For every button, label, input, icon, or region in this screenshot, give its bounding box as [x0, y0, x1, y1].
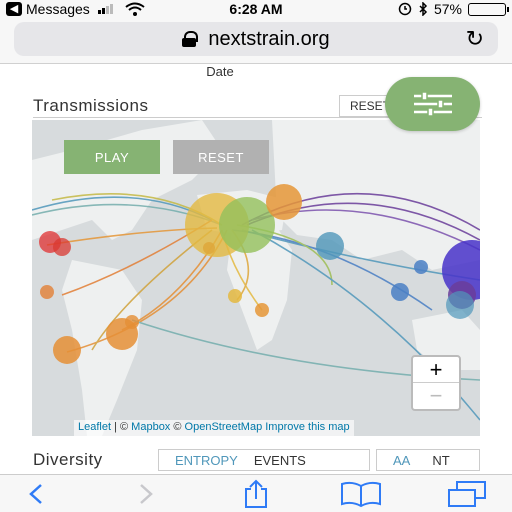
alarm-icon — [398, 2, 412, 16]
address-bar[interactable]: nextstrain.org ↻ — [14, 22, 498, 56]
forward-icon[interactable] — [134, 479, 160, 509]
settings-button[interactable] — [385, 77, 480, 131]
mapbox-link[interactable]: Mapbox — [131, 421, 170, 433]
attribution-separator: | © — [111, 421, 132, 433]
bluetooth-icon — [419, 2, 428, 16]
openstreetmap-link[interactable]: OpenStreetMap — [185, 421, 263, 433]
tab-events[interactable]: EVENTS — [254, 453, 306, 468]
reload-icon[interactable]: ↻ — [466, 28, 484, 50]
battery-percent: 57% — [433, 1, 462, 17]
diversity-tabs-2: AA NT — [376, 449, 480, 471]
map-reset-button[interactable]: RESET — [173, 140, 269, 174]
bookmarks-icon[interactable] — [340, 479, 382, 509]
play-button[interactable]: PLAY — [64, 140, 160, 174]
attribution-copy: © — [170, 421, 185, 433]
lock-icon — [182, 31, 199, 47]
zoom-in-button[interactable]: + — [413, 357, 459, 383]
improve-map-link[interactable]: Improve this map — [265, 421, 349, 433]
zoom-control: + − — [411, 355, 461, 411]
transmissions-map[interactable]: PLAY RESET + − Leaflet | © Mapbox © Open… — [32, 120, 480, 436]
leaflet-link[interactable]: Leaflet — [78, 421, 111, 433]
url-text[interactable]: nextstrain.org — [208, 28, 329, 51]
diversity-tabs: ENTROPY EVENTS — [158, 449, 370, 471]
diversity-title: Diversity — [33, 450, 103, 469]
settings-sliders-icon — [413, 92, 452, 116]
map-attribution: Leaflet | © Mapbox © OpenStreetMap Impro… — [74, 420, 354, 436]
date-axis-label: Date — [206, 64, 234, 79]
back-icon[interactable] — [22, 479, 48, 509]
share-icon[interactable] — [240, 479, 272, 509]
tab-entropy[interactable]: ENTROPY — [175, 453, 238, 468]
transmissions-title: Transmissions — [33, 96, 149, 115]
browser-address-area: nextstrain.org ↻ — [0, 20, 512, 64]
status-bar: ◀ Messages 6:28 AM 57% — [0, 0, 512, 20]
zoom-out-button[interactable]: − — [413, 383, 459, 409]
tabs-icon[interactable] — [446, 479, 488, 509]
tab-nt[interactable]: NT — [432, 453, 449, 468]
battery-icon — [468, 2, 509, 16]
tab-aa[interactable]: AA — [393, 453, 410, 468]
browser-toolbar — [0, 474, 512, 512]
